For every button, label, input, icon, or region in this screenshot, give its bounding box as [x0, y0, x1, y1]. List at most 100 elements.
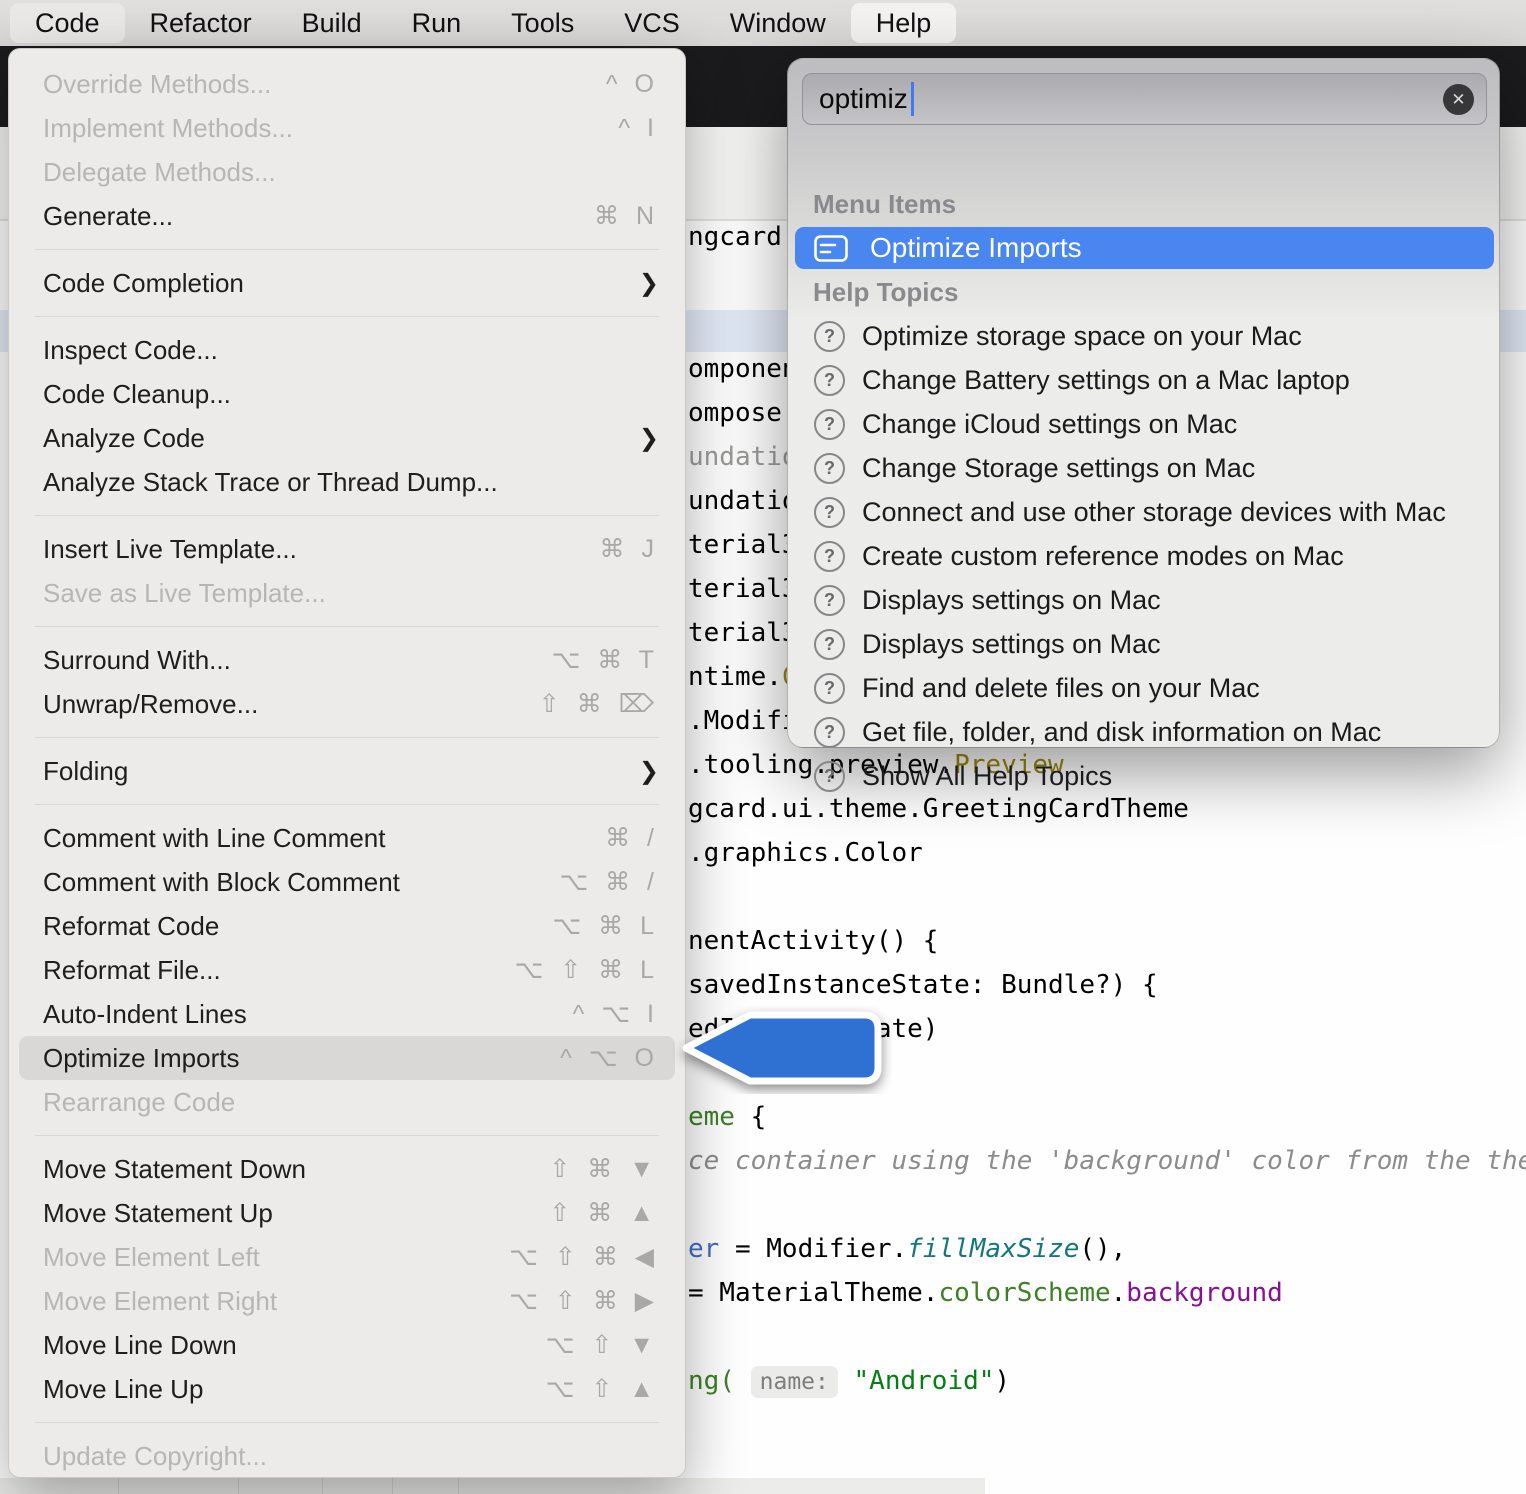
- menu-item-unwrap-remove[interactable]: Unwrap/Remove...⇧ ⌘ ⌦: [9, 682, 685, 726]
- help-topic-show-all-help-topics[interactable]: ?Show All Help Topics: [788, 754, 1501, 798]
- tree-guide-line: [458, 1478, 459, 1494]
- menu-item-label: Optimize Imports: [43, 1043, 560, 1074]
- menu-item-shortcut: ⌘ N: [594, 201, 659, 231]
- menubar-item-window[interactable]: Window: [705, 3, 851, 43]
- code-line: eme {: [688, 1095, 766, 1139]
- menu-item-move-statement-up[interactable]: Move Statement Up⇧ ⌘ ▲: [9, 1191, 685, 1235]
- menu-item-insert-live-template[interactable]: Insert Live Template...⌘ J: [9, 527, 685, 571]
- menu-item-shortcut: ^ ⌥ I: [573, 999, 659, 1029]
- help-topic-label: Find and delete files on your Mac: [862, 673, 1260, 704]
- menu-item-shortcut: ⌥ ⌘ T: [551, 645, 659, 675]
- question-mark-icon: ?: [814, 541, 845, 572]
- menu-item-label: Comment with Block Comment: [43, 867, 559, 898]
- code-token-purple: background: [1126, 1278, 1283, 1308]
- menu-item-label: Implement Methods...: [43, 113, 618, 144]
- menu-item-reformat-code[interactable]: Reformat Code⌥ ⌘ L: [9, 904, 685, 948]
- tree-guide-line: [118, 1478, 119, 1494]
- menu-item-label: Inspect Code...: [43, 335, 659, 366]
- menu-item-inspect-code[interactable]: Inspect Code...: [9, 328, 685, 372]
- help-topic-get-file-folder-and-disk-information-on-mac[interactable]: ?Get file, folder, and disk information …: [788, 710, 1501, 754]
- help-topic-label: Displays settings on Mac: [862, 585, 1161, 616]
- clear-search-icon[interactable]: ✕: [1443, 84, 1474, 115]
- menu-item-folding[interactable]: Folding❯: [9, 749, 685, 793]
- menu-item-comment-with-line-comment[interactable]: Comment with Line Comment⌘ /: [9, 816, 685, 860]
- menu-item-shortcut: ⌥ ⇧ ▼: [546, 1330, 659, 1360]
- help-topic-create-custom-reference-modes-on-mac[interactable]: ?Create custom reference modes on Mac: [788, 534, 1501, 578]
- menubar-item-vcs[interactable]: VCS: [599, 3, 705, 43]
- text-caret: [911, 82, 914, 116]
- menu-item-analyze-code[interactable]: Analyze Code❯: [9, 416, 685, 460]
- menu-item-shortcut: ⌘ /: [605, 823, 659, 853]
- menu-separator: [35, 804, 659, 805]
- menu-item-code-cleanup[interactable]: Code Cleanup...: [9, 372, 685, 416]
- menu-item-reformat-file[interactable]: Reformat File...⌥ ⇧ ⌘ L: [9, 948, 685, 992]
- code-token-comment: ce container using the 'background' colo…: [688, 1146, 1526, 1176]
- menu-item-rearrange-code: Rearrange Code: [9, 1080, 685, 1124]
- menu-separator: [35, 249, 659, 250]
- menubar-item-run[interactable]: Run: [387, 3, 487, 43]
- submenu-chevron-icon: ❯: [639, 757, 659, 786]
- tree-guide-line: [238, 1478, 239, 1494]
- menubar: CodeRefactorBuildRunToolsVCSWindowHelp: [0, 0, 1526, 46]
- tree-guide-line: [392, 1478, 393, 1494]
- menu-item-auto-indent-lines[interactable]: Auto-Indent Lines^ ⌥ I: [9, 992, 685, 1036]
- menu-item-move-line-down[interactable]: Move Line Down⌥ ⇧ ▼: [9, 1323, 685, 1367]
- help-topic-label: Change Storage settings on Mac: [862, 453, 1255, 484]
- code-token-plain: ngcard: [688, 222, 782, 252]
- menu-item-label: Code Completion: [43, 268, 639, 299]
- menu-item-label: Rearrange Code: [43, 1087, 659, 1118]
- help-topic-label: Optimize storage space on your Mac: [862, 321, 1302, 352]
- menubar-item-refactor[interactable]: Refactor: [125, 3, 277, 43]
- menu-item-shortcut: ^ ⌥ O: [560, 1043, 659, 1073]
- code-token-dim: undatio: [688, 442, 798, 472]
- menu-item-label: Save as Live Template...: [43, 578, 659, 609]
- menu-item-save-as-live-template: Save as Live Template...: [9, 571, 685, 615]
- code-line: savedInstanceState: Bundle?) {: [688, 963, 1158, 1007]
- code-token-plain: terial3: [688, 574, 798, 604]
- menubar-item-tools[interactable]: Tools: [486, 3, 599, 43]
- menu-items-header: Menu Items: [813, 189, 956, 220]
- menubar-item-code[interactable]: Code: [10, 3, 125, 43]
- code-token-plain: terial3: [688, 530, 798, 560]
- menu-item-move-line-up[interactable]: Move Line Up⌥ ⇧ ▲: [9, 1367, 685, 1411]
- menu-item-generate[interactable]: Generate...⌘ N: [9, 194, 685, 238]
- question-mark-icon: ?: [814, 585, 845, 616]
- callout-arrow: [672, 1006, 892, 1094]
- menu-item-comment-with-block-comment[interactable]: Comment with Block Comment⌥ ⌘ /: [9, 860, 685, 904]
- menubar-item-help[interactable]: Help: [851, 3, 957, 43]
- code-token-plain: nentActivity() {: [688, 926, 938, 956]
- menu-item-move-statement-down[interactable]: Move Statement Down⇧ ⌘ ▼: [9, 1147, 685, 1191]
- help-search-value: optimiz: [819, 83, 908, 115]
- question-mark-icon: ?: [814, 497, 845, 528]
- help-topic-change-battery-settings-on-a-mac-laptop[interactable]: ?Change Battery settings on a Mac laptop: [788, 358, 1501, 402]
- menu-item-label: Delegate Methods...: [43, 157, 659, 188]
- code-token-hint: name:: [751, 1366, 838, 1398]
- menu-item-code-completion[interactable]: Code Completion❯: [9, 261, 685, 305]
- menu-item-optimize-imports[interactable]: Optimize Imports^ ⌥ O: [19, 1036, 675, 1080]
- search-result-optimize-imports[interactable]: Optimize Imports: [795, 227, 1494, 269]
- menu-item-label: Insert Live Template...: [43, 534, 600, 565]
- menu-item-label: Override Methods...: [43, 69, 606, 100]
- help-topic-displays-settings-on-mac[interactable]: ?Displays settings on Mac: [788, 622, 1501, 666]
- help-search-input[interactable]: optimiz ✕: [802, 73, 1487, 125]
- help-topic-find-and-delete-files-on-your-mac[interactable]: ?Find and delete files on your Mac: [788, 666, 1501, 710]
- menu-item-analyze-stack-trace-or-thread-dump[interactable]: Analyze Stack Trace or Thread Dump...: [9, 460, 685, 504]
- question-mark-icon: ?: [814, 453, 845, 484]
- menu-item-implement-methods: Implement Methods...^ I: [9, 106, 685, 150]
- help-topic-optimize-storage-space-on-your-mac[interactable]: ?Optimize storage space on your Mac: [788, 314, 1501, 358]
- code-line: .Modifi: [688, 699, 798, 743]
- help-topic-displays-settings-on-mac[interactable]: ? Displays settings on Mac: [788, 578, 1501, 622]
- menu-item-surround-with[interactable]: Surround With...⌥ ⌘ T: [9, 638, 685, 682]
- question-mark-icon: ?: [814, 717, 845, 748]
- help-topic-change-storage-settings-on-mac[interactable]: ? Change Storage settings on Mac: [788, 446, 1501, 490]
- code-line: undatio: [688, 479, 798, 523]
- code-menu: Override Methods...^ OImplement Methods.…: [8, 48, 686, 1478]
- code-token-plain: [735, 1366, 751, 1396]
- help-topic-change-icloud-settings-on-mac[interactable]: ?Change iCloud settings on Mac: [788, 402, 1501, 446]
- menubar-item-build[interactable]: Build: [277, 3, 387, 43]
- menu-item-label: Analyze Code: [43, 423, 639, 454]
- help-topic-connect-and-use-other-storage-devices-with-mac[interactable]: ?Connect and use other storage devices w…: [788, 490, 1501, 534]
- code-token-plain: ntime.: [688, 662, 782, 692]
- menu-item-move-element-left: Move Element Left⌥ ⇧ ⌘ ◀: [9, 1235, 685, 1279]
- code-token-green: ng(: [688, 1366, 735, 1396]
